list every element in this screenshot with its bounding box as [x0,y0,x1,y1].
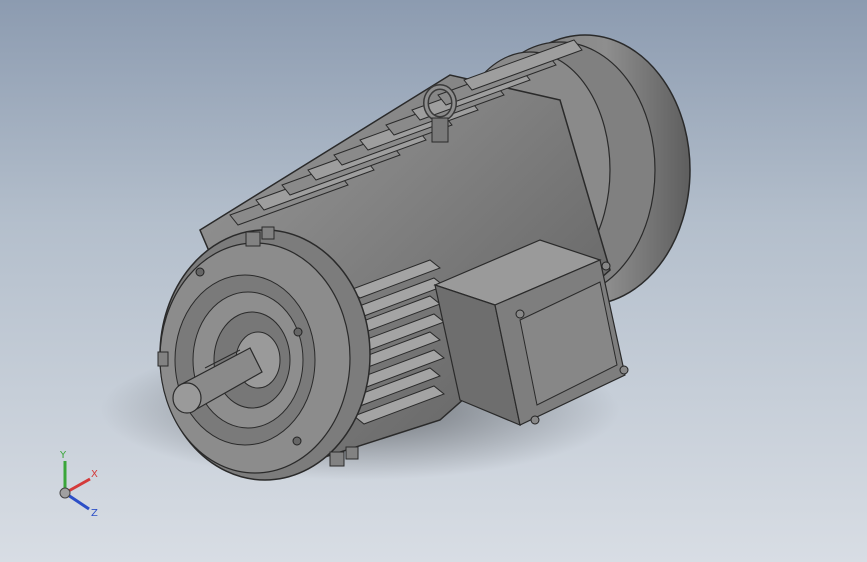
motor-model[interactable] [0,0,867,562]
graphics-viewport[interactable]: Y X Z [0,0,867,562]
triad-z-label: Z [91,508,98,519]
front-end-shield[interactable] [159,229,371,481]
triad-origin [59,487,71,499]
triad-x-label: X [91,469,98,480]
triad-y-label: Y [59,450,67,461]
coordinate-triad[interactable]: Y X Z [45,445,115,520]
